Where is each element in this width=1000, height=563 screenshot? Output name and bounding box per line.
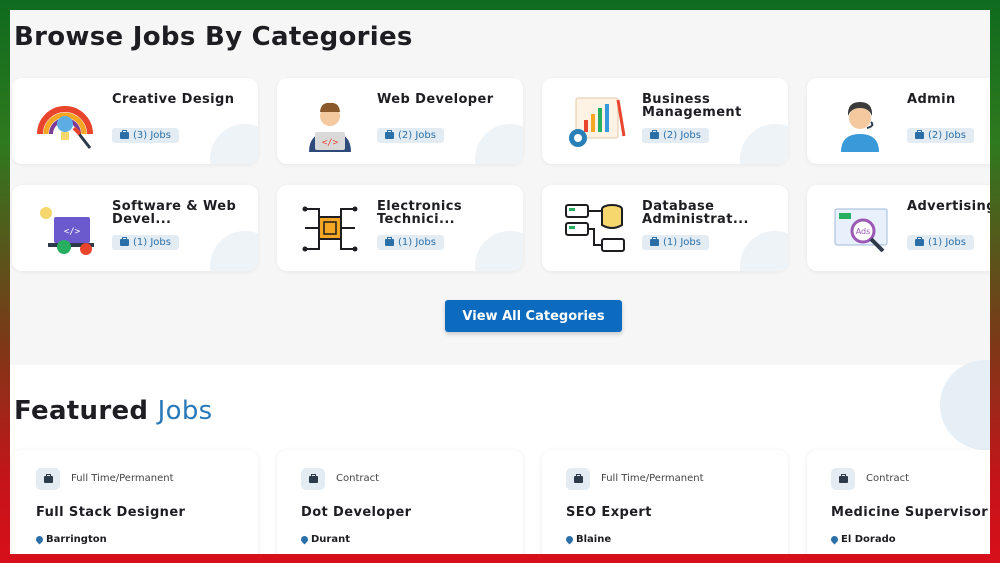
category-name: Database Administrat... xyxy=(642,199,749,227)
job-location-text: Barrington xyxy=(46,534,107,545)
job-location: Durant xyxy=(299,534,350,545)
location-pin-icon xyxy=(299,534,310,545)
job-title[interactable]: Dot Developer xyxy=(301,505,411,520)
briefcase-icon xyxy=(915,237,924,246)
category-card-creative-design[interactable]: Creative Design (3) Jobs xyxy=(12,78,258,164)
job-type-icon xyxy=(301,468,325,490)
job-type-icon xyxy=(831,468,855,490)
electronics-icon xyxy=(302,206,358,252)
software-web-icon: </> xyxy=(40,207,94,255)
business-management-icon xyxy=(569,97,626,147)
briefcase-icon xyxy=(385,237,394,246)
featured-title-accent: Jobs xyxy=(157,396,213,426)
svg-text:</>: </> xyxy=(322,138,339,148)
briefcase-icon xyxy=(120,130,129,139)
job-type: Full Time/Permanent xyxy=(71,473,174,484)
category-card-database[interactable]: Database Administrat... (1) Jobs xyxy=(542,185,788,271)
category-name: Electronics Technici... xyxy=(377,199,462,227)
briefcase-icon xyxy=(120,237,129,246)
creative-design-icon xyxy=(37,106,93,149)
location-pin-icon xyxy=(564,534,575,545)
category-card-software-web[interactable]: </> Software & Web Devel... (1) Jobs xyxy=(12,185,258,271)
page-frame: Browse Jobs By Categories Creative Desig… xyxy=(10,10,990,554)
briefcase-icon xyxy=(650,130,659,139)
category-name: Creative Design xyxy=(112,92,235,107)
featured-jobs-title: Featured Jobs xyxy=(14,396,212,426)
category-jobs-count: (1) Jobs xyxy=(398,237,436,248)
svg-text:</>: </> xyxy=(64,227,81,237)
view-all-categories-button[interactable]: View All Categories xyxy=(445,300,622,332)
category-jobs-badge: (1) Jobs xyxy=(377,235,444,250)
location-pin-icon xyxy=(34,534,45,545)
admin-icon xyxy=(841,102,879,152)
category-jobs-badge: (2) Jobs xyxy=(642,128,709,143)
category-name: Software & Web Devel... xyxy=(112,199,237,227)
category-card-web-developer[interactable]: </> Web Developer (2) Jobs xyxy=(277,78,523,164)
briefcase-icon xyxy=(650,237,659,246)
category-jobs-count: (2) Jobs xyxy=(663,130,701,141)
category-jobs-badge: (2) Jobs xyxy=(377,128,444,143)
job-type: Full Time/Permanent xyxy=(601,473,704,484)
category-card-electronics[interactable]: Electronics Technici... (1) Jobs xyxy=(277,185,523,271)
job-location: Barrington xyxy=(34,534,107,545)
category-card-business-management[interactable]: Business Management (2) Jobs xyxy=(542,78,788,164)
briefcase-icon xyxy=(385,130,394,139)
category-jobs-badge: (2) Jobs xyxy=(907,128,974,143)
category-name: Advertising xyxy=(907,199,990,214)
category-name: Business Management xyxy=(642,92,742,120)
category-name: Web Developer xyxy=(377,92,494,107)
category-jobs-count: (2) Jobs xyxy=(928,130,966,141)
briefcase-icon xyxy=(915,130,924,139)
category-jobs-badge: (3) Jobs xyxy=(112,128,179,143)
location-pin-icon xyxy=(829,534,840,545)
job-type-icon xyxy=(36,468,60,490)
category-jobs-count: (1) Jobs xyxy=(133,237,171,248)
job-title[interactable]: Medicine Supervisor xyxy=(831,505,988,520)
job-card-seo-expert[interactable]: Full Time/Permanent SEO Expert Blaine xyxy=(542,450,788,554)
job-location-text: Durant xyxy=(311,534,350,545)
job-type-icon xyxy=(566,468,590,490)
briefcase-icon xyxy=(43,473,53,483)
briefcase-icon xyxy=(308,473,318,483)
job-title[interactable]: SEO Expert xyxy=(566,505,652,520)
category-card-advertising[interactable]: Ads Advertising (1) Jobs xyxy=(807,185,990,271)
category-jobs-count: (3) Jobs xyxy=(133,130,171,141)
category-name: Admin xyxy=(907,92,956,107)
database-icon xyxy=(565,204,625,252)
job-card-dot-developer[interactable]: Contract Dot Developer Durant xyxy=(277,450,523,554)
category-jobs-badge: (1) Jobs xyxy=(112,235,179,250)
category-jobs-badge: (1) Jobs xyxy=(907,235,974,250)
category-card-admin[interactable]: Admin (2) Jobs xyxy=(807,78,990,164)
job-location-text: El Dorado xyxy=(841,534,896,545)
category-jobs-count: (1) Jobs xyxy=(928,237,966,248)
advertising-icon: Ads xyxy=(834,208,888,253)
briefcase-icon xyxy=(838,473,848,483)
category-jobs-badge: (1) Jobs xyxy=(642,235,709,250)
svg-text:Ads: Ads xyxy=(856,227,871,236)
job-type: Contract xyxy=(866,473,910,484)
job-type: Contract xyxy=(336,473,380,484)
category-jobs-count: (1) Jobs xyxy=(663,237,701,248)
web-developer-icon: </> xyxy=(309,102,351,152)
job-location: Blaine xyxy=(564,534,612,545)
featured-title-main: Featured xyxy=(14,396,149,426)
category-jobs-count: (2) Jobs xyxy=(398,130,436,141)
briefcase-icon xyxy=(573,473,583,483)
job-location: El Dorado xyxy=(829,534,896,545)
job-location-text: Blaine xyxy=(576,534,612,545)
job-card-medicine-supervisor[interactable]: Contract Medicine Supervisor El Dorado xyxy=(807,450,990,554)
job-title[interactable]: Full Stack Designer xyxy=(36,505,185,520)
browse-categories-title: Browse Jobs By Categories xyxy=(14,22,413,52)
job-card-full-stack-designer[interactable]: Full Time/Permanent Full Stack Designer … xyxy=(12,450,258,554)
